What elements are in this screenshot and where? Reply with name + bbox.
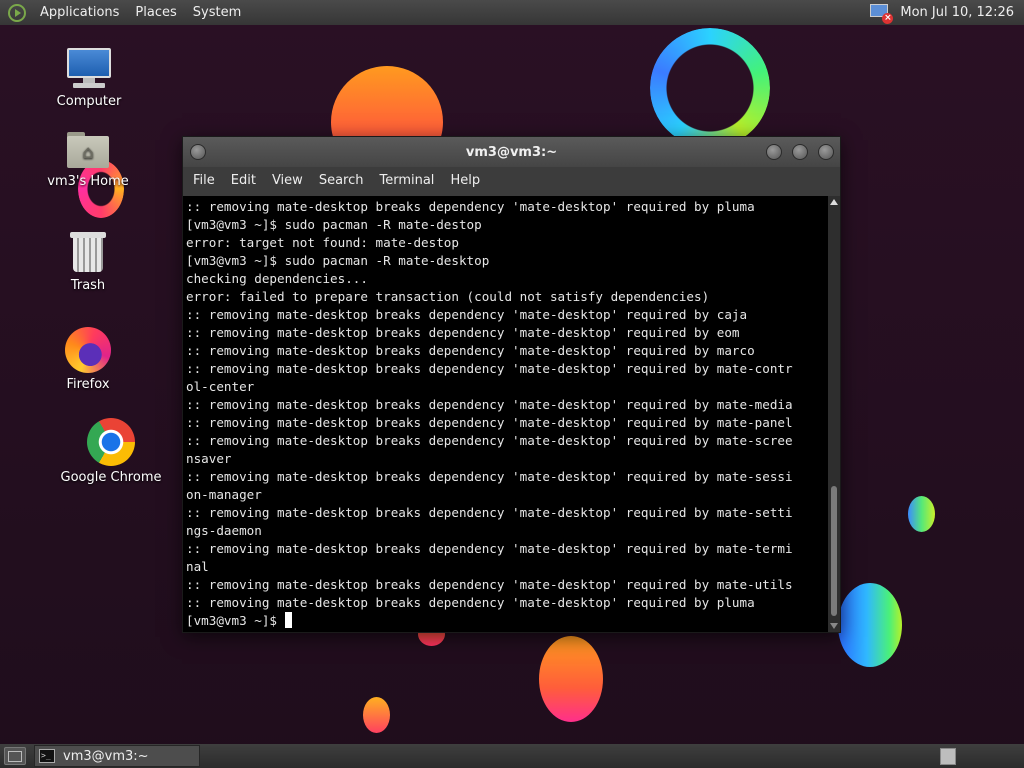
scroll-down-arrow-icon[interactable] <box>830 623 838 629</box>
wallpaper-blue-green-blob <box>838 583 902 667</box>
menu-view[interactable]: View <box>264 167 311 195</box>
terminal-line: :: removing mate-desktop breaks dependen… <box>186 415 793 430</box>
firefox-icon <box>65 327 111 373</box>
mate-logo-icon[interactable] <box>8 3 26 22</box>
terminal-line: [vm3@vm3 ~]$ sudo pacman -R mate-desktop <box>186 253 490 268</box>
window-menubar: File Edit View Search Terminal Help <box>183 167 840 195</box>
terminal-line: nal <box>186 559 209 574</box>
desktop-icon-firefox[interactable]: Firefox <box>33 327 143 392</box>
top-panel: Applications Places System × Mon Jul 10,… <box>0 0 1024 25</box>
terminal-line: :: removing mate-desktop breaks dependen… <box>186 541 793 556</box>
terminal-line: :: removing mate-desktop breaks dependen… <box>186 469 793 484</box>
terminal-line: error: failed to prepare transaction (co… <box>186 289 710 304</box>
terminal-icon: >_ <box>39 749 55 763</box>
menu-help[interactable]: Help <box>442 167 488 195</box>
terminal-line: :: removing mate-desktop breaks dependen… <box>186 307 748 322</box>
chrome-icon <box>87 418 135 466</box>
terminal-line: :: removing mate-desktop breaks dependen… <box>186 325 740 340</box>
terminal-cursor <box>284 612 292 628</box>
terminal-output[interactable]: :: removing mate-desktop breaks dependen… <box>183 196 828 632</box>
terminal-line: ol-center <box>186 379 255 394</box>
terminal-line: on-manager <box>186 487 262 502</box>
window-titlebar[interactable]: vm3@vm3:~ <box>183 137 840 167</box>
desktop-icon-trash[interactable]: Trash <box>33 230 143 293</box>
wallpaper-orange-blob-bottom <box>539 636 603 722</box>
terminal-line: error: target not found: mate-destop <box>186 235 459 250</box>
panel-menu-applications[interactable]: Applications <box>32 0 127 25</box>
menu-terminal[interactable]: Terminal <box>371 167 442 195</box>
terminal-text: :: removing mate-desktop breaks dependen… <box>186 198 828 630</box>
maximize-button[interactable] <box>792 144 808 160</box>
terminal-line: [vm3@vm3 ~]$ sudo pacman -R mate-destop <box>186 217 482 232</box>
terminal-line: :: removing mate-desktop breaks dependen… <box>186 505 793 520</box>
menu-edit[interactable]: Edit <box>223 167 264 195</box>
terminal-line: :: removing mate-desktop breaks dependen… <box>186 361 793 376</box>
terminal-line: :: removing mate-desktop breaks dependen… <box>186 397 793 412</box>
terminal-line: :: removing mate-desktop breaks dependen… <box>186 577 793 592</box>
wallpaper-small-orange-blob <box>363 697 390 733</box>
show-desktop-icon[interactable] <box>4 747 26 765</box>
window-title: vm3@vm3:~ <box>465 144 558 160</box>
panel-menu-places[interactable]: Places <box>127 0 184 25</box>
computer-icon <box>65 46 113 90</box>
wallpaper-small-green-blob <box>908 496 935 532</box>
taskbar-button-terminal[interactable]: >_ vm3@vm3:~ <box>34 745 200 767</box>
desktop-icon-label: Trash <box>70 278 106 293</box>
terminal-line: :: removing mate-desktop breaks dependen… <box>186 433 793 448</box>
terminal-line: :: removing mate-desktop breaks dependen… <box>186 199 755 214</box>
terminal-scrollbar[interactable] <box>828 196 840 632</box>
terminal-line: ngs-daemon <box>186 523 262 538</box>
close-button[interactable] <box>818 144 834 160</box>
desktop-icon-label: Computer <box>56 94 122 109</box>
terminal-line: :: removing mate-desktop breaks dependen… <box>186 595 755 610</box>
panel-menu-system[interactable]: System <box>185 0 249 25</box>
desktop-icon-computer[interactable]: Computer <box>34 46 144 109</box>
terminal-prompt: [vm3@vm3 ~]$ <box>186 613 285 628</box>
workspace-switcher[interactable] <box>940 747 956 765</box>
scrollbar-thumb[interactable] <box>831 486 837 616</box>
bottom-panel: >_ vm3@vm3:~ <box>0 744 1024 768</box>
menu-search[interactable]: Search <box>311 167 372 195</box>
scroll-up-arrow-icon[interactable] <box>830 199 838 205</box>
desktop-icon-label: Google Chrome <box>60 470 162 485</box>
terminal-line: nsaver <box>186 451 232 466</box>
trash-icon <box>70 230 106 274</box>
terminal-line: :: removing mate-desktop breaks dependen… <box>186 343 755 358</box>
desktop-icon-chrome[interactable]: Google Chrome <box>56 418 166 485</box>
desktop-icon-label: Firefox <box>66 377 110 392</box>
desktop-icon-label: vm3's Home <box>47 174 129 189</box>
home-folder-icon: ⌂ <box>65 130 111 170</box>
wallpaper-green-ring <box>650 28 770 148</box>
menu-file[interactable]: File <box>185 167 223 195</box>
terminal-line: checking dependencies... <box>186 271 368 286</box>
window-menu-button[interactable] <box>190 144 206 160</box>
desktop-icon-home[interactable]: ⌂ vm3's Home <box>33 130 143 189</box>
taskbar-button-label: vm3@vm3:~ <box>63 748 149 764</box>
clock[interactable]: Mon Jul 10, 12:26 <box>900 5 1014 20</box>
terminal-window: vm3@vm3:~ File Edit View Search Terminal… <box>182 136 841 633</box>
minimize-button[interactable] <box>766 144 782 160</box>
network-disconnected-icon[interactable]: × <box>868 3 894 24</box>
